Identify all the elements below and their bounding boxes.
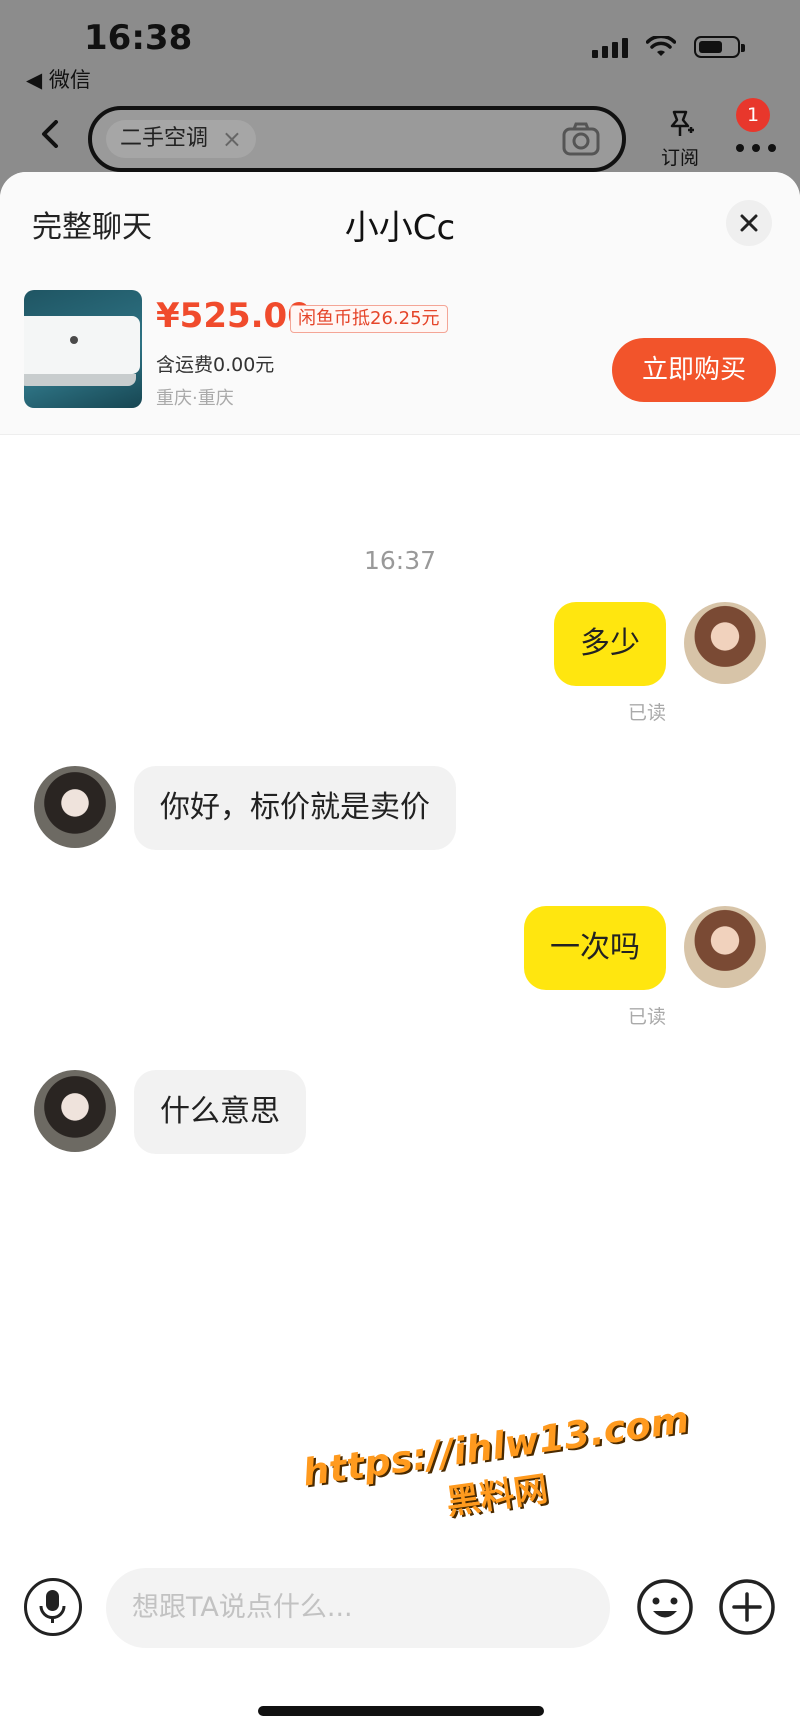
read-status: 已读	[627, 1006, 666, 1028]
status-time: 16:38	[84, 18, 193, 58]
search-keyword-chip[interactable]: 二手空调 ×	[106, 120, 257, 158]
shipping-fee: 含运费0.00元	[156, 354, 275, 376]
emoji-icon[interactable]	[636, 1578, 694, 1636]
air-conditioner-image	[24, 316, 140, 374]
message-timestamp: 16:37	[363, 546, 437, 575]
chat-sheet: 完整聊天 小小Cc ¥525.00 闲鱼币抵26.25元 含运费0.00元 重庆…	[0, 172, 800, 1732]
voice-input-button[interactable]	[24, 1578, 82, 1636]
product-card[interactable]: ¥525.00 闲鱼币抵26.25元 含运费0.00元 重庆·重庆 立即购买	[0, 264, 800, 435]
seller-avatar[interactable]	[34, 766, 116, 848]
full-chat-button[interactable]: 完整聊天	[32, 202, 152, 246]
subscribe-label: 订阅	[660, 147, 699, 169]
pin-plus-icon	[670, 110, 694, 136]
clear-keyword-icon[interactable]: ×	[222, 120, 242, 158]
message-input-bar: 想跟TA说点什么...	[0, 1552, 800, 1672]
product-image[interactable]	[24, 290, 142, 408]
message-bubble[interactable]: 多少	[554, 602, 666, 686]
search-box[interactable]: 二手空调 ×	[88, 106, 626, 172]
read-status: 已读	[627, 702, 666, 724]
message-input[interactable]: 想跟TA说点什么...	[106, 1568, 610, 1648]
add-attachment-icon[interactable]	[718, 1578, 776, 1636]
home-indicator	[258, 1706, 544, 1716]
product-price: ¥525.00	[156, 296, 311, 336]
back-to-wechat-link[interactable]: ◀ 微信	[26, 64, 91, 94]
air-conditioner-vent	[24, 374, 136, 386]
wifi-icon	[646, 36, 676, 56]
notification-badge: 1	[736, 98, 770, 132]
back-arrow-icon[interactable]	[36, 120, 64, 148]
buy-now-button[interactable]: 立即购买	[612, 338, 776, 402]
battery-level	[699, 41, 723, 53]
message-bubble[interactable]: 你好，标价就是卖价	[134, 766, 456, 850]
close-icon	[740, 214, 758, 232]
status-bar: 16:38 ◀ 微信	[0, 0, 800, 95]
microphone-icon	[39, 1590, 66, 1623]
my-avatar[interactable]	[684, 602, 766, 684]
search-chip-label: 二手空调	[120, 126, 209, 151]
subscribe-button[interactable]: 订阅	[652, 110, 708, 170]
battery-icon	[694, 36, 745, 58]
cellular-signal-icon	[592, 36, 628, 58]
coin-discount-tag: 闲鱼币抵26.25元	[290, 305, 448, 333]
status-icons	[592, 36, 745, 58]
chat-header: 完整聊天 小小Cc	[0, 172, 800, 264]
camera-icon[interactable]	[562, 122, 600, 156]
close-button[interactable]	[726, 200, 772, 246]
seller-avatar[interactable]	[34, 1070, 116, 1152]
my-avatar[interactable]	[684, 906, 766, 988]
message-bubble[interactable]: 什么意思	[134, 1070, 306, 1154]
message-bubble[interactable]: 一次吗	[524, 906, 666, 990]
product-location: 重庆·重庆	[156, 388, 234, 409]
